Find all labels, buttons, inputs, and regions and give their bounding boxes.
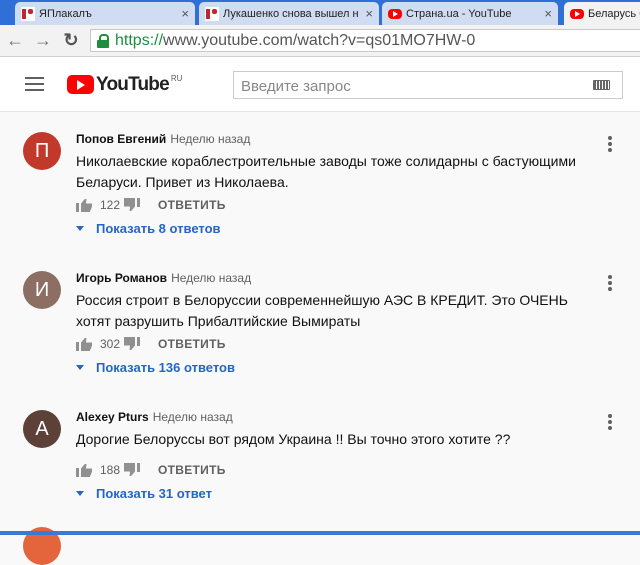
tab-yaplakal[interactable]: ЯПлакалъ × — [15, 2, 195, 25]
tab-label: ЯПлакалъ — [39, 7, 92, 20]
back-arrow-icon[interactable]: ← — [6, 31, 24, 49]
avatar[interactable]: П — [23, 132, 61, 170]
region-code: RU — [170, 74, 183, 83]
show-replies-label: Показать 136 ответов — [96, 360, 235, 375]
show-replies-label: Показать 31 ответ — [96, 486, 212, 501]
reply-button[interactable]: ОТВЕТИТЬ — [158, 198, 226, 212]
comment-actions: 122 ОТВЕТИТЬ — [76, 195, 226, 215]
avatar[interactable]: A — [23, 410, 61, 448]
reload-icon[interactable]: ↻ — [62, 31, 80, 49]
show-replies-button[interactable]: Показать 8 ответов — [76, 221, 221, 236]
tab-lukashenko[interactable]: Лукашенко снова вышел н × — [199, 2, 379, 25]
youtube-play-icon — [67, 75, 94, 94]
youtube-icon — [388, 8, 402, 19]
tab-label: Лукашенко снова вышел н — [223, 7, 359, 20]
comment-actions: 302 ОТВЕТИТЬ — [76, 334, 226, 354]
show-replies-button[interactable]: Показать 136 ответов — [76, 360, 235, 375]
tab-strip: ЯПлакалъ × Лукашенко снова вышел н × Стр… — [0, 0, 640, 25]
avatar[interactable]: И — [23, 271, 61, 309]
youtube-logo-text: YouTube — [96, 74, 170, 95]
comment-author[interactable]: Alexey Pturs — [76, 410, 149, 424]
youtube-logo[interactable]: YouTube RU — [67, 74, 182, 96]
comment-actions: 188 ОТВЕТИТЬ — [76, 460, 226, 480]
close-icon[interactable]: × — [544, 6, 552, 21]
comment-time[interactable]: Неделю назад — [171, 271, 251, 285]
more-vert-icon[interactable] — [606, 414, 614, 432]
close-icon[interactable]: × — [181, 6, 189, 21]
like-count: 188 — [100, 463, 121, 477]
tab-label: Беларусь б — [588, 7, 640, 20]
tab-belarus-active[interactable]: Беларусь б — [564, 2, 640, 25]
chevron-down-icon — [76, 491, 84, 496]
comment-author[interactable]: Игорь Романов — [76, 271, 167, 285]
os-taskbar — [0, 531, 640, 535]
address-bar[interactable]: https://www.youtube.com/watch?v=qs01MO7H… — [90, 29, 640, 52]
close-icon[interactable]: × — [365, 6, 373, 21]
browser-toolbar: ← → ↻ https://www.youtube.com/watch?v=qs… — [0, 25, 640, 57]
chevron-down-icon — [76, 226, 84, 231]
dislike-icon[interactable] — [124, 463, 140, 477]
keyboard-icon[interactable] — [593, 80, 610, 90]
comment: A Alexey Pturs Неделю назад Дорогие Белор… — [0, 410, 640, 540]
url-text: https://www.youtube.com/watch?v=qs01MO7H… — [115, 32, 475, 50]
youtube-header: YouTube RU — [0, 57, 640, 112]
comment-header: Alexey Pturs Неделю назад — [76, 410, 233, 424]
lock-icon — [95, 33, 111, 49]
comment-time[interactable]: Неделю назад — [153, 410, 233, 424]
comment: И Игорь Романов Неделю назад Россия строи… — [0, 271, 640, 401]
dislike-icon[interactable] — [124, 198, 140, 212]
comment-author[interactable]: Попов Евгений — [76, 132, 166, 146]
comment-text: Николаевские кораблестроительные заводы … — [76, 153, 576, 190]
like-count: 122 — [100, 198, 121, 212]
reply-button[interactable]: ОТВЕТИТЬ — [158, 463, 226, 477]
comment-text: Дорогие Белоруссы вот рядом Украина !! В… — [76, 431, 511, 447]
dislike-icon[interactable] — [124, 337, 140, 351]
show-replies-button[interactable]: Показать 31 ответ — [76, 486, 212, 501]
comment-time[interactable]: Неделю назад — [170, 132, 250, 146]
comment-header: Попов Евгений Неделю назад — [76, 132, 250, 146]
comment: П Попов Евгений Неделю назад Николаевские… — [0, 132, 640, 262]
url-path: www.youtube.com/watch?v=qs01MO7HW-0 — [163, 31, 476, 49]
more-vert-icon[interactable] — [606, 136, 614, 154]
reply-button[interactable]: ОТВЕТИТЬ — [158, 337, 226, 351]
yaplakal-icon — [21, 6, 35, 21]
chevron-down-icon — [76, 365, 84, 370]
yaplakal-icon — [205, 6, 219, 21]
url-scheme: https:// — [115, 31, 164, 49]
youtube-icon — [570, 8, 584, 19]
more-vert-icon[interactable] — [606, 275, 614, 293]
like-icon[interactable] — [76, 337, 92, 351]
like-count: 302 — [100, 337, 121, 351]
show-replies-label: Показать 8 ответов — [96, 221, 221, 236]
forward-arrow-icon[interactable]: → — [34, 31, 52, 49]
search-input[interactable] — [239, 75, 583, 97]
hamburger-menu-icon[interactable] — [25, 77, 44, 91]
tab-label: Страна.ua - YouTube — [406, 7, 512, 20]
tab-strana-youtube[interactable]: Страна.ua - YouTube × — [382, 2, 558, 25]
comment-text: Россия строит в Белоруссии современнейшу… — [76, 292, 568, 329]
like-icon[interactable] — [76, 198, 92, 212]
like-icon[interactable] — [76, 463, 92, 477]
search-box — [233, 71, 623, 99]
comment-header: Игорь Романов Неделю назад — [76, 271, 251, 285]
